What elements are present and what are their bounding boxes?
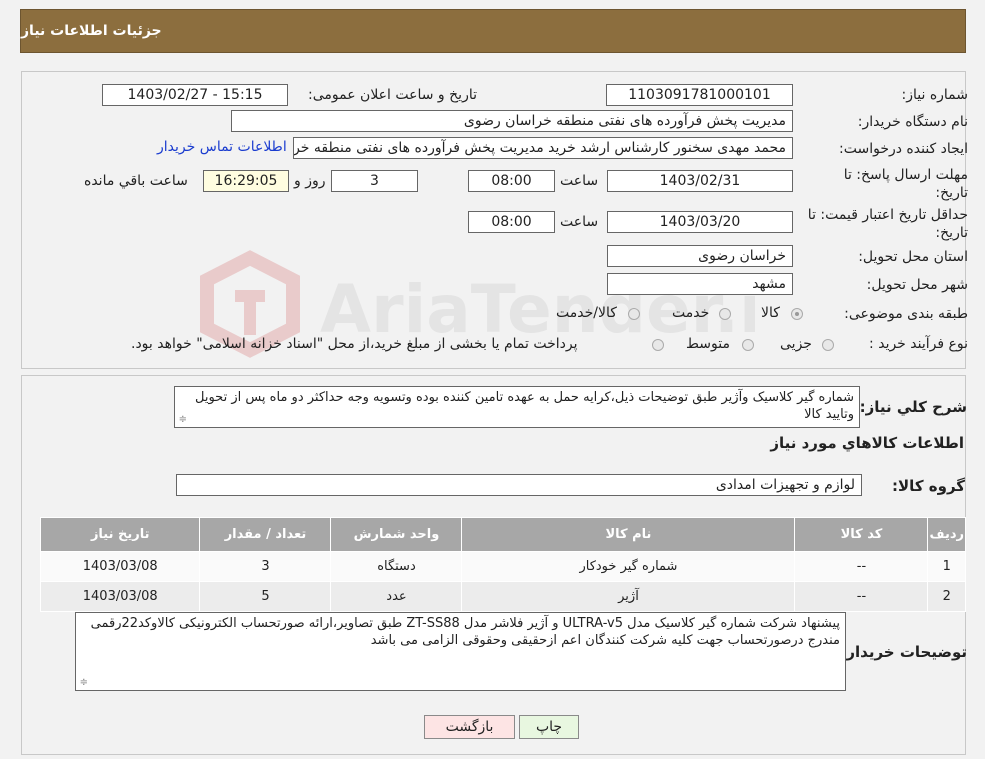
- deadline-time-field: 08:00: [468, 170, 555, 192]
- need-date: 1403/03/08: [39, 581, 201, 612]
- goods-qty: 3: [199, 551, 332, 582]
- summary-textarea[interactable]: شماره گیر کلاسیک وآژیر طبق توضیحات ذیل،ک…: [174, 386, 860, 428]
- goods-group-field: لوازم و تجهیزات امدادی: [176, 474, 862, 496]
- goods-code: --: [794, 551, 929, 582]
- days-remaining-field: 3: [331, 170, 418, 192]
- back-button[interactable]: بازگشت: [424, 715, 515, 739]
- deadline-label-line2: تاریخ:: [935, 185, 968, 201]
- deadline-label-line1: مهلت ارسال پاسخ: تا: [843, 167, 968, 183]
- province-field: خراسان رضوی: [607, 245, 793, 267]
- col-code-header: کد کالا: [794, 517, 929, 552]
- creator-label: ایجاد کننده درخواست:: [839, 141, 968, 157]
- buyer-org-field: مدیریت پخش فرآورده های نفتی منطقه خراسان…: [231, 110, 793, 132]
- col-qty-header: تعداد / مقدار: [199, 517, 332, 552]
- col-row-header: ردیف: [927, 517, 966, 552]
- goods-qty: 5: [199, 581, 332, 612]
- goods-name: آژیر: [461, 581, 796, 612]
- process-medium-label: متوسط: [686, 336, 730, 352]
- page-title: جزئیات اطلاعات نیاز: [21, 23, 162, 39]
- province-label: استان محل تحویل:: [858, 249, 968, 265]
- goods-name: شماره گیر خودکار: [461, 551, 796, 582]
- summary-text: شماره گیر کلاسیک وآژیر طبق توضیحات ذیل،ک…: [195, 390, 854, 422]
- process-type-label: نوع فرآیند خرید :: [869, 336, 968, 352]
- category-goods-radio[interactable]: [791, 308, 803, 320]
- city-label: شهر محل تحویل:: [866, 277, 968, 293]
- announce-datetime-field: 1403/02/27 - 15:15: [102, 84, 288, 106]
- resize-grip-icon[interactable]: ≑: [78, 678, 88, 688]
- validity-label: حداقل تاریخ اعتبار قیمت: تا تاریخ:: [808, 206, 968, 242]
- goods-unit: عدد: [330, 581, 463, 612]
- deadline-label: مهلت ارسال پاسخ: تا تاریخ:: [844, 166, 968, 202]
- validity-label-line1: حداقل تاریخ اعتبار قیمت: تا: [807, 207, 968, 223]
- goods-code: --: [794, 581, 929, 612]
- goods-info-title: اطلاعات کالاهاي مورد نياز: [770, 434, 964, 452]
- need-number-label: شماره نیاز:: [901, 87, 969, 103]
- process-minor-radio[interactable]: [822, 339, 834, 351]
- page-header: جزئیات اطلاعات نیاز: [20, 9, 966, 53]
- buyer-notes-textarea[interactable]: پیشنهاد شرکت شماره گیر کلاسیک مدل ULTRA-…: [75, 612, 846, 691]
- table-row: 1 -- شماره گیر خودکار دستگاه 3 1403/03/0…: [39, 551, 966, 582]
- row-number: 1: [927, 551, 966, 582]
- need-number-field: 1103091781000101: [606, 84, 793, 106]
- validity-time-label: ساعت: [560, 214, 599, 230]
- goods-group-label: گروه کالا:: [892, 477, 965, 495]
- goods-table: ردیف کد کالا نام کالا واحد شمارش تعداد /…: [39, 517, 966, 612]
- process-medium-radio[interactable]: [742, 339, 754, 351]
- deadline-time-label: ساعت: [560, 173, 599, 189]
- summary-label: شرح کلي نياز:: [859, 398, 967, 416]
- table-header-row: ردیف کد کالا نام کالا واحد شمارش تعداد /…: [39, 517, 966, 552]
- buyer-contact-link[interactable]: اطلاعات تماس خریدار: [157, 139, 287, 155]
- category-goods-service-radio[interactable]: [628, 308, 640, 320]
- remaining-label: ساعت باقي مانده: [84, 173, 188, 189]
- process-minor-label: جزیی: [780, 336, 812, 352]
- validity-date-field: 1403/03/20: [607, 211, 793, 233]
- announce-label: تاریخ و ساعت اعلان عمومی:: [308, 87, 477, 103]
- deadline-date-field: 1403/02/31: [607, 170, 793, 192]
- remaining-time-field: 16:29:05: [203, 170, 289, 192]
- table-row: 2 -- آژیر عدد 5 1403/03/08: [39, 581, 966, 612]
- category-label: طبقه بندی موضوعی:: [844, 306, 968, 322]
- need-date: 1403/03/08: [39, 551, 201, 582]
- creator-field: محمد مهدی سخنور کارشناس ارشد خرید مدیریت…: [293, 137, 793, 159]
- validity-label-line2: تاریخ:: [935, 225, 968, 241]
- category-service-radio[interactable]: [719, 308, 731, 320]
- buyer-notes-text: پیشنهاد شرکت شماره گیر کلاسیک مدل ULTRA-…: [90, 616, 840, 648]
- validity-time-field: 08:00: [468, 211, 555, 233]
- process-treasury-radio[interactable]: [652, 339, 664, 351]
- col-date-header: تاریخ نیاز: [39, 517, 201, 552]
- city-field: مشهد: [607, 273, 793, 295]
- days-label: روز و: [294, 173, 326, 189]
- buyer-notes-label: توضیحات خریدار:: [840, 643, 967, 661]
- category-goods-label: کالا: [761, 305, 780, 321]
- row-number: 2: [927, 581, 966, 612]
- category-goods-service-label: کالا/خدمت: [556, 305, 617, 321]
- resize-grip-icon[interactable]: ≑: [177, 415, 187, 425]
- category-service-label: خدمت: [672, 305, 710, 321]
- goods-unit: دستگاه: [330, 551, 463, 582]
- print-button[interactable]: چاپ: [519, 715, 579, 739]
- col-name-header: نام کالا: [461, 517, 796, 552]
- process-treasury-note: پرداخت تمام یا بخشی از مبلغ خرید،از محل …: [131, 336, 578, 352]
- col-unit-header: واحد شمارش: [330, 517, 463, 552]
- buyer-org-label: نام دستگاه خریدار:: [857, 114, 968, 130]
